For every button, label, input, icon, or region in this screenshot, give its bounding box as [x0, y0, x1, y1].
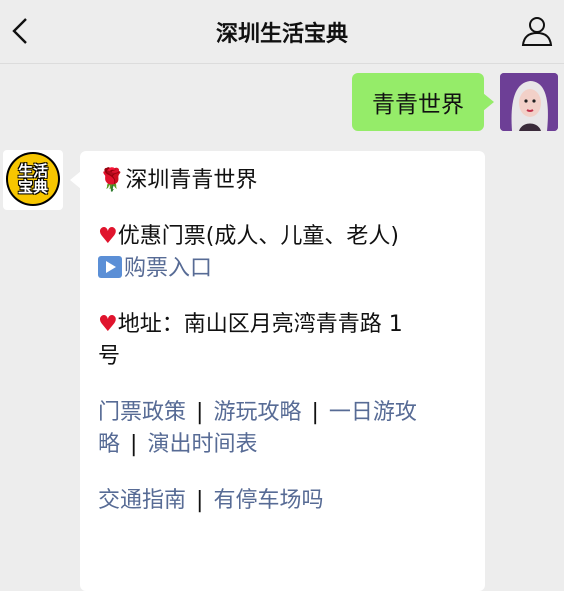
address-line: ♥地址：南山区月亮湾青青路 1: [98, 309, 465, 341]
bot-message-bubble: 🌹深圳青青世界 ♥优惠门票(成人、儿童、老人) 购票入口 ♥地址：南山区月亮湾青…: [70, 151, 485, 591]
day-trip-link[interactable]: 一日游攻: [329, 400, 417, 425]
bot-logo: 生活 宝典: [6, 152, 60, 206]
ticket-line: ♥优惠门票(成人、儿童、老人): [98, 221, 465, 253]
bot-avatar[interactable]: 生活 宝典: [3, 150, 63, 210]
heart-icon: ♥: [98, 312, 118, 337]
page-title: 深圳生活宝典: [215, 21, 348, 47]
buy-line: 购票入口: [98, 253, 465, 285]
buy-ticket-link[interactable]: 购票入口: [124, 256, 212, 281]
day-trip-link-cont[interactable]: 略: [98, 432, 120, 457]
links-row-3: 交通指南 | 有停车场吗: [98, 485, 465, 517]
heading-line: 🌹深圳青青世界: [98, 165, 465, 197]
address-text: 地址：南山区月亮湾青青路 1: [117, 312, 403, 337]
links-row-2: 略 | 演出时间表: [98, 429, 465, 461]
bot-logo-text-top: 生活: [17, 162, 48, 180]
play-icon: [98, 256, 122, 278]
separator: |: [311, 400, 319, 425]
separator: |: [196, 400, 204, 425]
bot-logo-text-bottom: 宝典: [17, 178, 48, 196]
my-message-bubble[interactable]: 青青世界: [352, 73, 494, 131]
heading-text: 深圳青青世界: [125, 168, 258, 193]
top-bar: 深圳生活宝典: [0, 0, 564, 64]
travel-guide-link[interactable]: 游玩攻略: [213, 400, 301, 425]
rose-icon: 🌹: [98, 168, 126, 193]
parking-link[interactable]: 有停车场吗: [213, 488, 323, 513]
ticket-policy-link[interactable]: 门票政策: [98, 400, 186, 425]
separator: |: [130, 432, 138, 457]
links-row-1: 门票政策 | 游玩攻略 | 一日游攻: [98, 397, 465, 429]
user-icon[interactable]: [520, 14, 554, 48]
separator: |: [196, 488, 204, 513]
my-message-text: 青青世界: [372, 92, 464, 118]
address-cont: 号: [98, 344, 121, 369]
transport-guide-link[interactable]: 交通指南: [98, 488, 186, 513]
heart-icon: ♥: [98, 224, 118, 249]
my-avatar[interactable]: [500, 73, 558, 131]
show-schedule-link[interactable]: 演出时间表: [147, 432, 257, 457]
ticket-label: 优惠门票(成人、儿童、老人): [117, 224, 399, 249]
